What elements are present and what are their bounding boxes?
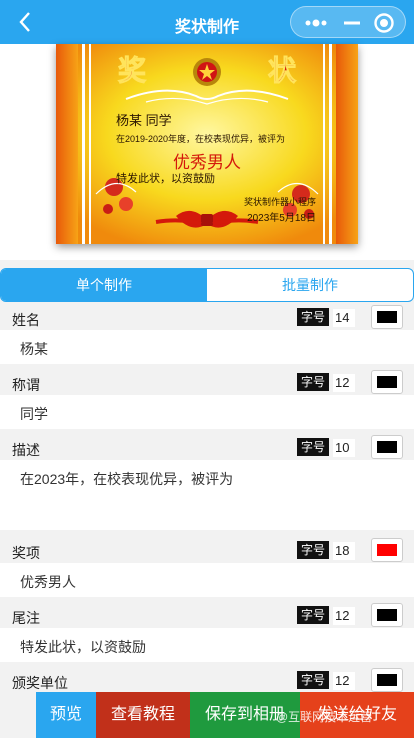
font-size-tag: 字号 — [297, 671, 329, 689]
font-size-input[interactable]: 14 — [333, 309, 355, 327]
field-label: 奖项 — [12, 545, 40, 561]
field-label: 姓名 — [12, 312, 40, 328]
title-input[interactable]: 同学 — [0, 395, 414, 429]
font-size-tag: 字号 — [297, 606, 329, 624]
field-name: 姓名 字号 14 杨某 — [0, 304, 414, 364]
field-award: 奖项 字号 18 优秀男人 — [0, 537, 414, 597]
certificate-heading-right: 状 — [268, 54, 297, 87]
more-dots-icon[interactable] — [299, 11, 333, 35]
field-label: 颁奖单位 — [12, 675, 68, 691]
certificate-description: 在2019-2020年度，在校表现优异，被评为 — [116, 134, 286, 144]
field-title: 称谓 字号 12 同学 — [0, 369, 414, 429]
name-input[interactable]: 杨某 — [0, 330, 414, 364]
font-size-tag: 字号 — [297, 373, 329, 391]
field-label: 描述 — [12, 442, 40, 458]
font-size-tag: 字号 — [297, 438, 329, 456]
color-picker[interactable] — [371, 305, 403, 329]
tab-batch[interactable]: 批量制作 — [207, 269, 413, 301]
font-size-input[interactable]: 10 — [333, 439, 355, 457]
color-picker[interactable] — [371, 603, 403, 627]
certificate-note: 特发此状，以资鼓励 — [116, 173, 215, 185]
certificate-date: 2023年5月18日 — [247, 213, 316, 224]
color-picker[interactable] — [371, 370, 403, 394]
font-size-input[interactable]: 12 — [333, 374, 355, 392]
tab-single[interactable]: 单个制作 — [1, 269, 207, 301]
certificate-preview[interactable]: 奖 状 杨某 同学 在2019-2020年度，在校表现优异，被评为 优秀男人 特… — [56, 44, 358, 244]
color-picker[interactable] — [371, 538, 403, 562]
field-label: 称谓 — [12, 377, 40, 393]
color-picker[interactable] — [371, 435, 403, 459]
tutorial-button[interactable]: 查看教程 — [96, 692, 190, 738]
certificate-heading-left: 奖 — [118, 54, 146, 87]
field-description: 描述 字号 10 在2023年，在校表现优异，被评为 — [0, 434, 414, 530]
mode-tabs: 单个制作 批量制作 — [0, 268, 414, 302]
target-close-icon[interactable] — [371, 10, 397, 36]
description-textarea[interactable]: 在2023年，在校表现优异，被评为 — [0, 460, 414, 530]
font-size-tag: 字号 — [297, 308, 329, 326]
font-size-input[interactable]: 18 — [333, 542, 355, 560]
award-input[interactable]: 优秀男人 — [0, 563, 414, 597]
certificate-area: 奖 状 杨某 同学 在2019-2020年度，在校表现优异，被评为 优秀男人 特… — [0, 44, 414, 260]
font-size-input[interactable]: 12 — [333, 607, 355, 625]
watermark: @互联网技术运营 — [276, 710, 373, 724]
field-label: 尾注 — [12, 610, 40, 626]
font-size-tag: 字号 — [297, 541, 329, 559]
certificate-name: 杨某 同学 — [116, 113, 172, 128]
certificate-issuer: 奖状制作器小程序 — [243, 197, 316, 207]
nav-bar: 奖状制作 — [0, 0, 414, 44]
minimize-icon[interactable] — [335, 11, 369, 35]
font-size-input[interactable]: 12 — [333, 672, 355, 690]
note-input[interactable]: 特发此状，以资鼓励 — [0, 628, 414, 662]
mini-program-capsule — [290, 6, 406, 38]
field-note: 尾注 字号 12 特发此状，以资鼓励 — [0, 602, 414, 662]
field-issuer: 颁奖单位 字号 12 — [0, 667, 414, 693]
color-picker[interactable] — [371, 668, 403, 692]
preview-button[interactable]: 预览 — [36, 692, 96, 738]
